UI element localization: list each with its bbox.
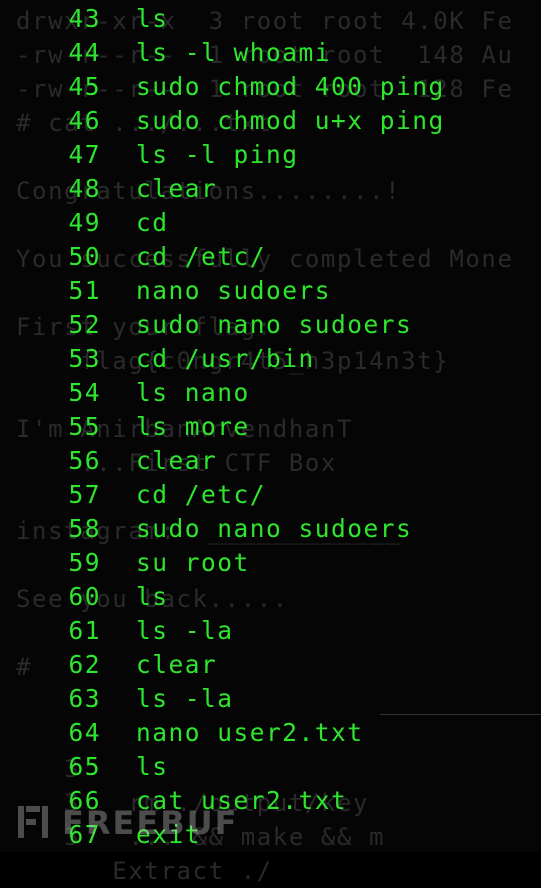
history-number: 59 bbox=[68, 548, 101, 577]
history-line: 51 nano sudoers bbox=[0, 274, 541, 308]
history-command: ls -l ping bbox=[136, 140, 299, 169]
history-line: 57 cd /etc/ bbox=[0, 478, 541, 512]
history-number: 61 bbox=[68, 616, 101, 645]
history-command: cd /etc/ bbox=[136, 242, 267, 271]
history-number: 51 bbox=[68, 276, 101, 305]
history-line: 61 ls -la bbox=[0, 614, 541, 648]
history-number: 54 bbox=[68, 378, 101, 407]
history-line: 43 ls bbox=[0, 2, 541, 36]
history-line: 62 clear bbox=[0, 648, 541, 682]
history-number: 46 bbox=[68, 106, 101, 135]
history-number: 53 bbox=[68, 344, 101, 373]
history-line: 44 ls -l whoami bbox=[0, 36, 541, 70]
history-command: cd /usr/bin bbox=[136, 344, 315, 373]
history-line: 47 ls -l ping bbox=[0, 138, 541, 172]
history-line: 56 clear bbox=[0, 444, 541, 478]
history-command: clear bbox=[136, 174, 218, 203]
history-number: 55 bbox=[68, 412, 101, 441]
history-line: 48 clear bbox=[0, 172, 541, 206]
history-command: ls bbox=[136, 752, 169, 781]
history-number: 60 bbox=[68, 582, 101, 611]
history-line: 63 ls -la bbox=[0, 682, 541, 716]
history-number: 44 bbox=[68, 38, 101, 67]
history-line: 50 cd /etc/ bbox=[0, 240, 541, 274]
history-command: ls -la bbox=[136, 684, 234, 713]
history-number: 52 bbox=[68, 310, 101, 339]
history-number: 62 bbox=[68, 650, 101, 679]
history-line: 64 nano user2.txt bbox=[0, 716, 541, 750]
history-command: cd bbox=[136, 208, 169, 237]
history-command: cd /etc/ bbox=[136, 480, 267, 509]
history-command: su root bbox=[136, 548, 250, 577]
history-line: 55 ls more bbox=[0, 410, 541, 444]
history-line: 53 cd /usr/bin bbox=[0, 342, 541, 376]
history-number: 57 bbox=[68, 480, 101, 509]
history-line: 46 sudo chmod u+x ping bbox=[0, 104, 541, 138]
history-line: 58 sudo nano sudoers bbox=[0, 512, 541, 546]
history-number: 63 bbox=[68, 684, 101, 713]
history-command: nano sudoers bbox=[136, 276, 332, 305]
history-number: 48 bbox=[68, 174, 101, 203]
history-line: 60 ls bbox=[0, 580, 541, 614]
history-number: 64 bbox=[68, 718, 101, 747]
freebuf-watermark: FREEBUF bbox=[14, 800, 236, 846]
history-command: nano user2.txt bbox=[136, 718, 364, 747]
history-number: 56 bbox=[68, 446, 101, 475]
history-line: 59 su root bbox=[0, 546, 541, 580]
history-command: sudo nano sudoers bbox=[136, 514, 413, 543]
history-command: sudo nano sudoers bbox=[136, 310, 413, 339]
history-line: 49 cd bbox=[0, 206, 541, 240]
history-command: clear bbox=[136, 650, 218, 679]
history-command: ls bbox=[136, 582, 169, 611]
history-command: sudo chmod u+x ping bbox=[136, 106, 445, 135]
terminal-window[interactable]: drwxr-xr-x 3 root root 4.0K Fe -rw-r--r--… bbox=[0, 0, 541, 885]
history-command: ls more bbox=[136, 412, 250, 441]
watermark-text: FREEBUF bbox=[62, 804, 239, 842]
history-line: 54 ls nano bbox=[0, 376, 541, 410]
history-command: ls nano bbox=[136, 378, 250, 407]
ghost-text-line: Extract ./ bbox=[16, 857, 273, 885]
history-line: 45 sudo chmod 400 ping bbox=[0, 70, 541, 104]
history-command: ls -la bbox=[136, 616, 234, 645]
freebuf-logo-icon bbox=[18, 806, 48, 838]
history-command: clear bbox=[136, 446, 218, 475]
history-number: 47 bbox=[68, 140, 101, 169]
history-number: 50 bbox=[68, 242, 101, 271]
history-command: ls bbox=[136, 4, 169, 33]
history-line: 65 ls bbox=[0, 750, 541, 784]
history-number: 43 bbox=[68, 4, 101, 33]
history-line: 52 sudo nano sudoers bbox=[0, 308, 541, 342]
history-number: 58 bbox=[68, 514, 101, 543]
history-number: 65 bbox=[68, 752, 101, 781]
history-number: 45 bbox=[68, 72, 101, 101]
history-number: 49 bbox=[68, 208, 101, 237]
history-command: ls -l whoami bbox=[136, 38, 332, 67]
history-command: sudo chmod 400 ping bbox=[136, 72, 445, 101]
history-output: 43 ls 44 ls -l whoami 45 sudo chmod 400 ping 4… bbox=[0, 2, 541, 852]
